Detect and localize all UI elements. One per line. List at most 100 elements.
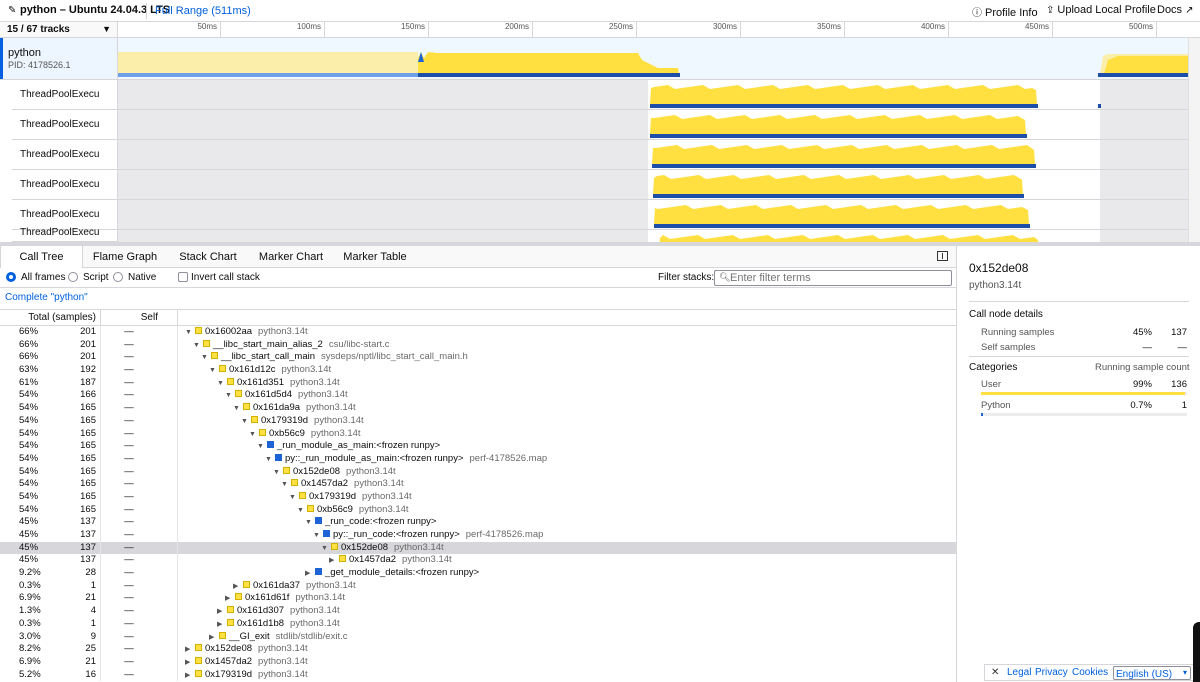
thread-track-label[interactable]: ThreadPoolExecu	[12, 140, 118, 169]
call-tree-row[interactable]: 54% 165— ▼ 0x1457da2 python3.14t	[0, 478, 956, 491]
call-tree-row[interactable]: 45% 137— ▼ 0x152de08 python3.14t	[0, 541, 956, 555]
call-tree-row[interactable]: 54% 165— ▼ 0x179319d python3.14t	[0, 490, 956, 504]
call-tree-row[interactable]: 66% 201— ▼ 0x16002aa python3.14t	[0, 326, 956, 339]
thread-track-label[interactable]: ThreadPoolExecu	[12, 80, 118, 109]
call-tree-row[interactable]: 54% 165— ▼ 0x152de08 python3.14t	[0, 465, 956, 479]
call-tree-row[interactable]: 6.9% 21— ▶ 0x161d61f python3.14t	[0, 592, 956, 606]
tab-flame-graph[interactable]: Flame Graph	[83, 246, 167, 268]
sidebar-toggle-icon[interactable]	[937, 251, 948, 261]
function-library: python3.14t	[354, 478, 404, 490]
self-samples: —	[124, 402, 134, 414]
call-tree-row[interactable]: 63% 192— ▼ 0x161d12c python3.14t	[0, 364, 956, 377]
call-tree-row[interactable]: 66% 201 — ▼ __libc_start_main_alias_2 csu/lib…	[0, 338, 956, 352]
thread-track[interactable]: ThreadPoolExecu	[12, 200, 1188, 230]
call-tree-row[interactable]: 0.3% 1— ▶ 0x161da37 python3.14t	[0, 579, 956, 593]
profile-info-button[interactable]: ⓘ Profile Info	[972, 4, 1038, 19]
category-swatch-icon	[203, 339, 210, 347]
thread-track[interactable]: ThreadPoolExecu	[12, 227, 1188, 259]
cookies-link[interactable]: Cookies	[1072, 667, 1108, 678]
thread-activity-graph[interactable]	[118, 110, 1188, 139]
radio-all-frames[interactable]	[6, 272, 16, 282]
thread-track[interactable]: ThreadPoolExecu	[12, 80, 1188, 110]
call-tree-row[interactable]: 54% 165 — ▼ _run_module_as_main:<frozen runp…	[0, 440, 956, 453]
radio-native[interactable]	[113, 272, 123, 282]
thread-track-label[interactable]: ThreadPoolExecu	[12, 110, 118, 139]
thread-activity-graph[interactable]	[118, 80, 1188, 109]
call-tree-row[interactable]: 54% 165 — ▼ py::_run_module_as_main:<frozen …	[0, 452, 956, 466]
filter-stacks-field[interactable]: 🔍︎	[714, 270, 952, 286]
ruler-tick: 250ms	[577, 22, 637, 38]
call-tree-row[interactable]: 54% 166— ▼ 0x161d5d4 python3.14t	[0, 389, 956, 403]
call-tree-row[interactable]: 8.2% 25— ▶ 0x152de08 python3.14t	[0, 643, 956, 656]
function-name: py::_run_module_as_main:<frozen runpy>	[285, 452, 464, 464]
call-tree-row[interactable]: 54% 165— ▼ 0xb56c9 python3.14t	[0, 503, 956, 517]
column-divider	[177, 503, 178, 517]
call-tree-rows: 66% 201— ▼ 0x16002aa python3.14t 66% 201— ▼ __li…	[0, 326, 956, 682]
legal-link[interactable]: Legal	[1007, 667, 1031, 678]
function-library: python3.14t	[402, 554, 452, 566]
total-percent: 54%	[19, 452, 39, 464]
track-scrollbar[interactable]	[1188, 38, 1200, 242]
breadcrumb[interactable]: Complete "python"	[5, 292, 88, 303]
function-library: python3.14t	[290, 617, 340, 629]
main-track[interactable]: python PID: 4178526.1	[0, 38, 1200, 80]
close-icon[interactable]: ✕	[991, 667, 999, 678]
total-samples: 4	[90, 605, 96, 617]
invert-call-stack-checkbox[interactable]	[178, 272, 188, 282]
full-range-breadcrumb[interactable]: Full Range (511ms)	[155, 5, 251, 17]
tab-call-tree[interactable]: Call Tree	[0, 246, 83, 269]
call-tree-row[interactable]: 54% 165— ▼ 0x179319d python3.14t	[0, 414, 956, 428]
total-samples: 25	[85, 643, 96, 655]
call-tree-row[interactable]: 66% 201 — ▼ __libc_start_call_main sysdeps/np…	[0, 351, 956, 365]
activity-cpu-bar	[1098, 73, 1188, 77]
call-tree-row[interactable]: 0.3% 1— ▶ 0x161d1b8 python3.14t	[0, 617, 956, 631]
call-tree-row[interactable]: 61% 187— ▼ 0x161d351 python3.14t	[0, 376, 956, 390]
timeline-ruler[interactable]: 50ms 100ms 150ms 200ms 250ms 300ms 350ms 400ms 4…	[118, 22, 1200, 38]
category-swatch-icon	[195, 669, 202, 677]
thread-track[interactable]: ThreadPoolExecu	[12, 140, 1188, 170]
call-tree-row[interactable]: 54% 165— ▼ 0xb56c9 python3.14t	[0, 427, 956, 441]
thread-activity-graph[interactable]	[118, 200, 1188, 229]
column-divider	[177, 351, 178, 365]
thread-track[interactable]: ThreadPoolExecu	[12, 110, 1188, 140]
call-tree-row[interactable]: 45% 137 — ▼ _run_code:<frozen runpy>	[0, 516, 956, 529]
function-name: 0xb56c9	[269, 427, 305, 439]
call-tree-row[interactable]: 3.0% 9— ▶ __GI_exit stdlib/stdlib/exit.c	[0, 630, 956, 644]
upload-button[interactable]: ⇪ Upload Local Profile	[1046, 4, 1156, 16]
main-activity-graph[interactable]	[118, 38, 1188, 79]
docs-button[interactable]: Docs ↗	[1157, 4, 1196, 16]
language-select[interactable]: English (US) ▾	[1113, 666, 1191, 680]
function-library: python3.14t	[346, 465, 396, 477]
function-name: 0x161d12c	[229, 364, 276, 376]
thread-name: ThreadPoolExecu	[20, 149, 100, 160]
thread-track[interactable]: ThreadPoolExecu	[12, 170, 1188, 200]
call-tree-row[interactable]: 6.9% 21— ▶ 0x1457da2 python3.14t	[0, 655, 956, 669]
call-tree-row[interactable]: 45% 137 — ▼ py::_run_code:<frozen runpy> perf…	[0, 529, 956, 542]
call-tree-row[interactable]: 5.2% 16 — ▶ 0x179319d python3.14t	[0, 668, 956, 682]
activity-cpu-bar	[653, 194, 1024, 198]
column-divider	[177, 516, 178, 529]
collapsed-twisty-icon[interactable]: ▶	[185, 670, 195, 682]
call-tree-row[interactable]: 1.3% 4— ▶ 0x161d307 python3.14t	[0, 605, 956, 618]
function-library: python3.14t	[281, 364, 332, 376]
call-tree-row[interactable]: 9.2% 28 — ▶ _get_module_details:<frozen runp…	[0, 567, 956, 580]
call-tree-row[interactable]: 54% 165— ▼ 0x161da9a python3.14t	[0, 402, 956, 415]
thread-activity-graph[interactable]	[118, 140, 1188, 169]
tab-marker-chart[interactable]: Marker Chart	[249, 246, 333, 268]
main-track-label[interactable]: python PID: 4178526.1	[0, 38, 118, 79]
track-selector[interactable]: 15 / 67 tracks ▼	[0, 22, 118, 38]
search-input[interactable]	[730, 272, 948, 284]
profiler-app: ✎ python – Ubuntu 24.04.3 LTS Full Range …	[0, 0, 1200, 682]
thread-track-label[interactable]: ThreadPoolExecu	[12, 170, 118, 199]
call-tree-row[interactable]: 45% 137— ▶ 0x1457da2 python3.14t	[0, 554, 956, 568]
tab-marker-table[interactable]: Marker Table	[333, 246, 417, 268]
total-samples: 165	[80, 490, 96, 502]
docs-label: Docs	[1157, 4, 1183, 16]
categories-column-header: Running sample count	[1095, 362, 1190, 373]
thread-activity-graph[interactable]	[118, 170, 1188, 199]
total-percent: 61%	[19, 376, 39, 388]
radio-script[interactable]	[68, 272, 78, 282]
privacy-link[interactable]: Privacy	[1035, 667, 1068, 678]
thread-track-label[interactable]: ThreadPoolExecu	[12, 200, 118, 229]
tab-stack-chart[interactable]: Stack Chart	[167, 246, 249, 268]
